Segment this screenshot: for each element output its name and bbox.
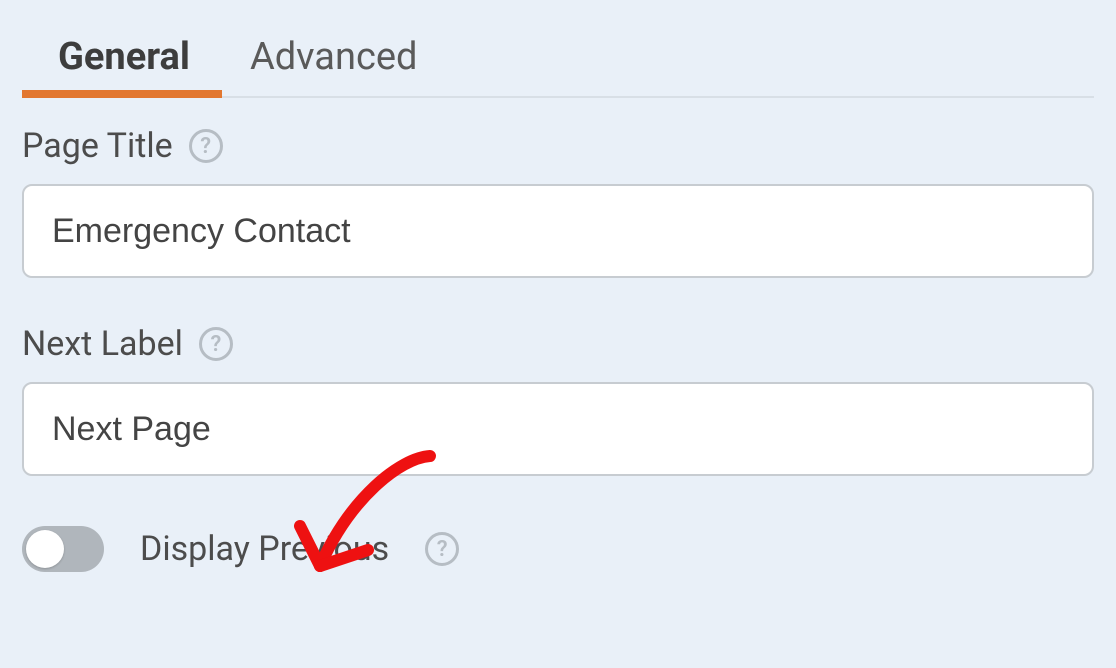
display-previous-toggle[interactable] (22, 526, 104, 572)
next-label-input[interactable] (22, 382, 1094, 476)
field-next-label: Next Label ? (22, 324, 1094, 476)
tabs: General Advanced (22, 18, 1094, 98)
next-label-label: Next Label (22, 324, 183, 364)
field-display-previous: Display Previous ? (22, 526, 1094, 572)
help-icon[interactable]: ? (189, 129, 223, 163)
field-label-row: Next Label ? (22, 324, 1094, 364)
page-title-input[interactable] (22, 184, 1094, 278)
field-label-row: Page Title ? (22, 126, 1094, 166)
field-page-title: Page Title ? (22, 126, 1094, 278)
page-title-label: Page Title (22, 126, 173, 166)
help-icon[interactable]: ? (199, 327, 233, 361)
tab-general[interactable]: General (58, 18, 190, 96)
tab-advanced[interactable]: Advanced (250, 18, 417, 96)
help-icon[interactable]: ? (425, 532, 459, 566)
toggle-knob (26, 530, 64, 568)
display-previous-label: Display Previous (140, 529, 389, 569)
